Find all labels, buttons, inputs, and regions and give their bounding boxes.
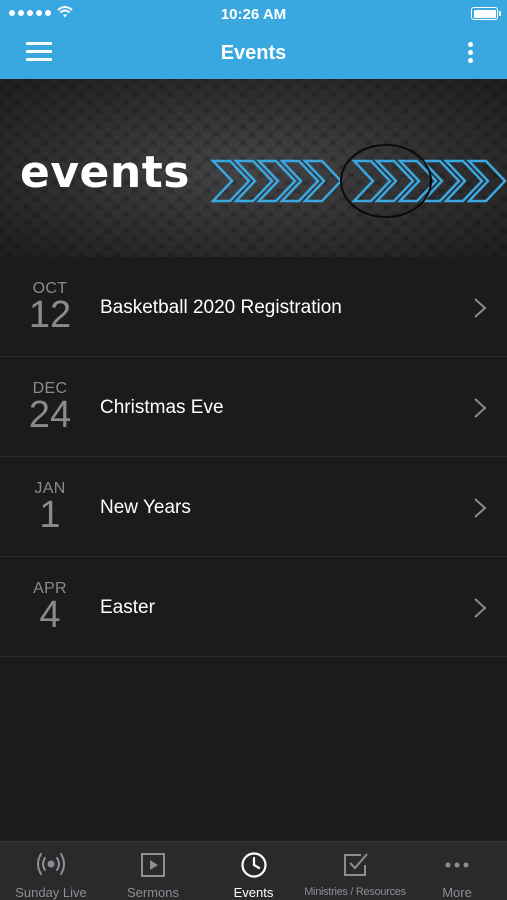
tab-label: Events <box>233 885 274 900</box>
chevron-right-icon <box>474 298 487 318</box>
tab-events[interactable]: Events <box>204 842 303 900</box>
vertical-dots-icon[interactable] <box>465 40 477 66</box>
event-day: 4 <box>39 594 61 636</box>
broadcast-icon <box>37 853 65 875</box>
event-row[interactable]: OCT 12 Basketball 2020 Registration <box>0 257 507 357</box>
event-title: Christmas Eve <box>100 397 224 418</box>
event-day: 24 <box>28 394 72 436</box>
tab-ministries-resources[interactable]: Ministries / Resources <box>303 842 407 900</box>
top-bar: 10:26 AM Events <box>0 0 507 79</box>
event-title: New Years <box>100 497 191 518</box>
tab-label: Sunday Live <box>15 885 87 900</box>
tab-label: Sermons <box>126 885 180 900</box>
event-row[interactable]: JAN 1 New Years <box>0 457 507 557</box>
tab-sermons[interactable]: Sermons <box>102 842 204 900</box>
chevron-arrows-graphic <box>210 144 507 218</box>
event-day: 1 <box>39 494 61 536</box>
event-title: Basketball 2020 Registration <box>100 297 342 318</box>
tab-label: Ministries / Resources <box>304 886 406 898</box>
chevron-right-icon <box>474 598 487 618</box>
clock-icon <box>240 852 267 878</box>
event-row[interactable]: DEC 24 Christmas Eve <box>0 357 507 457</box>
chevron-right-icon <box>474 398 487 418</box>
event-title: Easter <box>100 597 155 618</box>
status-bar: 10:26 AM <box>0 0 507 28</box>
tab-more[interactable]: More <box>407 842 507 900</box>
events-banner: events <box>0 79 507 257</box>
play-icon <box>141 853 165 877</box>
more-dots-icon <box>445 862 469 868</box>
battery-icon <box>471 7 501 20</box>
tab-label: More <box>442 885 472 900</box>
status-time: 10:26 AM <box>220 6 287 23</box>
chevron-right-icon <box>474 498 487 518</box>
tab-sunday-live[interactable]: Sunday Live <box>0 842 102 900</box>
tab-bar: Sunday Live Sermons Events Ministries / … <box>0 841 507 900</box>
page-title: Events <box>220 42 287 64</box>
event-day: 12 <box>28 294 72 336</box>
events-list: OCT 12 Basketball 2020 Registration DEC … <box>0 257 507 657</box>
checkbox-icon <box>344 853 368 876</box>
nav-bar: Events <box>0 28 507 79</box>
event-row[interactable]: APR 4 Easter <box>0 557 507 657</box>
